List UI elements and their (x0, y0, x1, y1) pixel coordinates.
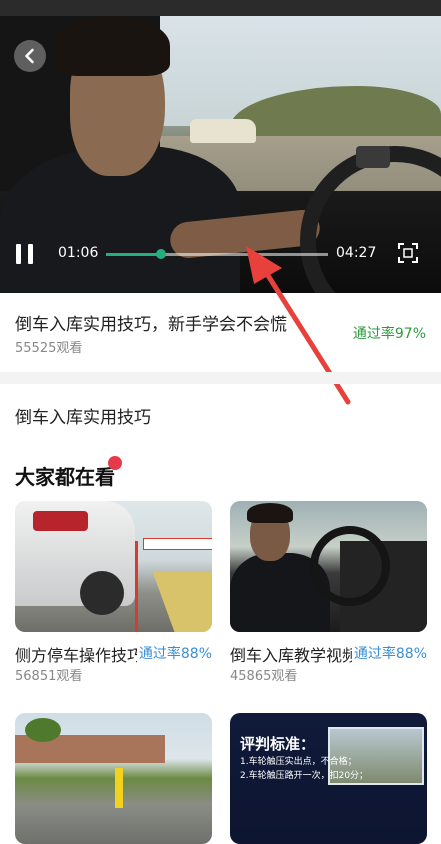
video-scene-car (190, 119, 256, 143)
video-card[interactable]: 侧方停车操作技巧 通过率88% 56851观看 (15, 501, 212, 684)
video-thumbnail[interactable]: 评判标准： 1.车轮触压实出点，不合格； 2.车轮触压路开一次，扣20分； (230, 713, 427, 844)
fullscreen-icon[interactable] (398, 243, 418, 263)
video-title: 倒车入库实用技巧，新手学会不会慌 (15, 315, 287, 335)
video-card[interactable]: 评判标准： 1.车轮触压实出点，不合格； 2.车轮触压路开一次，扣20分； (230, 713, 427, 844)
card-pass-rate: 通过率88% (138, 646, 212, 662)
player-controls: 01:06 04:27 (0, 238, 441, 270)
video-card[interactable]: 倒车入库教学视频 通过率88% 45865观看 (230, 501, 427, 684)
thumbnail-heading: 评判标准： (240, 735, 316, 753)
card-title: 倒车入库教学视频 (230, 646, 352, 665)
video-pass-rate: 通过率97% (352, 326, 426, 342)
card-pass-rate: 通过率88% (353, 646, 427, 662)
progress-fill (106, 253, 161, 256)
topic-tag[interactable]: 倒车入库实用技巧 (15, 403, 151, 428)
video-scene-mirror (356, 146, 390, 168)
card-views: 56851观看 (15, 669, 83, 684)
thumbnail-text-line: 2.车轮触压路开一次，扣20分； (240, 771, 369, 781)
back-button[interactable] (14, 40, 46, 72)
chevron-left-icon (25, 48, 34, 64)
total-time: 04:27 (336, 245, 377, 261)
video-views: 55525观看 (15, 341, 83, 356)
progress-bar[interactable] (106, 249, 328, 259)
section-divider (0, 372, 441, 384)
video-player[interactable]: 01:06 04:27 (0, 16, 441, 293)
thumbnail-text-line: 1.车轮触压实出点，不合格； (240, 757, 357, 767)
card-title: 侧方停车操作技巧 (15, 646, 137, 665)
video-card[interactable] (15, 713, 212, 844)
card-views: 45865观看 (230, 669, 298, 684)
video-thumbnail[interactable] (230, 501, 427, 632)
section-title: 大家都在看 (15, 465, 115, 489)
status-bar (0, 0, 441, 16)
progress-knob[interactable] (155, 249, 166, 259)
video-thumbnail[interactable] (15, 501, 212, 632)
pause-icon[interactable] (14, 244, 36, 264)
red-dot-icon (108, 456, 122, 470)
video-scene-driver-hair (55, 16, 170, 76)
video-thumbnail[interactable] (15, 713, 212, 844)
current-time: 01:06 (58, 245, 99, 261)
